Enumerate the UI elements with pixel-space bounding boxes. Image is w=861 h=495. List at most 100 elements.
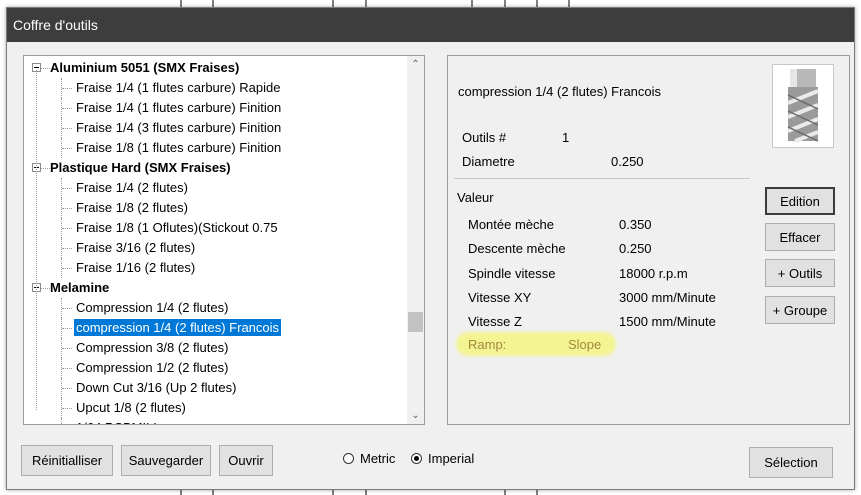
tree-item[interactable]: compression 1/4 (2 flutes) Francois (24, 318, 404, 338)
tree-item-label: Fraise 1/16 (2 flutes) (76, 260, 196, 275)
tree-connector (62, 208, 72, 209)
tree-item-label: Fraise 1/4 (3 flutes carbure) Finition (76, 120, 282, 135)
tree-connector (41, 168, 50, 169)
tree-item-label: Compression 1/2 (2 flutes) (76, 360, 229, 375)
tree-connector (62, 88, 72, 89)
vitesse-z-value: 1500 mm/Minute (619, 314, 716, 329)
tree-connector (62, 108, 72, 109)
tree-item[interactable]: Fraise 1/8 (1 flutes carbure) Finition (24, 138, 404, 158)
ramp-label: Ramp: (468, 337, 507, 352)
tree-item[interactable]: 1/64 PCBMILL (24, 418, 404, 424)
tree-item-label: Compression 1/4 (2 flutes) (76, 300, 229, 315)
window-title: Coffre d'outils (7, 8, 854, 42)
reset-button[interactable]: Réinitialliser (21, 445, 113, 476)
edition-button[interactable]: Edition (765, 187, 835, 215)
imperial-radio[interactable]: Imperial (411, 451, 474, 466)
tool-name: compression 1/4 (2 flutes) Francois (458, 84, 662, 99)
tree-item-label: Fraise 3/16 (2 flutes) (76, 240, 196, 255)
tree-item-label: Fraise 1/4 (1 flutes carbure) Rapide (76, 80, 281, 95)
scroll-thumb[interactable] (408, 312, 423, 332)
tree-item[interactable]: Fraise 1/8 (1 Oflutes)(Stickout 0.75 (24, 218, 404, 238)
tree-group[interactable]: Melamine (24, 278, 404, 298)
tree-group-label: Plastique Hard (SMX Fraises) (50, 160, 231, 175)
tree-item-label: compression 1/4 (2 flutes) Francois (72, 318, 283, 337)
valeur-label: Valeur (457, 190, 494, 205)
tree-item-label: Fraise 1/8 (1 Oflutes)(Stickout 0.75 (76, 220, 278, 235)
radio-checked-icon (411, 453, 422, 464)
tree-item-label: Fraise 1/4 (2 flutes) (76, 180, 188, 195)
tree-connector (62, 408, 72, 409)
tree-connector (62, 268, 72, 269)
tree-item[interactable]: Fraise 1/4 (3 flutes carbure) Finition (24, 118, 404, 138)
montee-label: Montée mèche (468, 217, 554, 232)
scroll-down-arrow-icon[interactable]: ⌄ (407, 407, 424, 424)
tool-chest-window: Coffre d'outils Aluminium 5051 (SMX Frai… (6, 7, 855, 490)
effacer-button[interactable]: Effacer (765, 223, 835, 251)
spindle-label: Spindle vitesse (468, 266, 556, 281)
tree-item[interactable]: Fraise 1/4 (1 flutes carbure) Rapide (24, 78, 404, 98)
end-mill-image (772, 64, 834, 148)
tree-connector (62, 328, 72, 329)
tree-item[interactable]: Fraise 1/16 (2 flutes) (24, 258, 404, 278)
tree-connector (61, 418, 62, 424)
tree-connector (36, 70, 37, 410)
tree-item-label: Upcut 1/8 (2 flutes) (76, 400, 186, 415)
vitesse-z-label: Vitesse Z (468, 314, 522, 329)
descente-label: Descente mèche (468, 241, 566, 256)
tree-item[interactable]: Down Cut 3/16 (Up 2 flutes) (24, 378, 404, 398)
outils-value: 1 (562, 130, 570, 145)
tool-details-panel: compression 1/4 (2 flutes) Francois Outi… (447, 55, 850, 425)
tree-group[interactable]: Plastique Hard (SMX Fraises) (24, 158, 404, 178)
tree-item[interactable]: Upcut 1/8 (2 flutes) (24, 398, 404, 418)
tree-connector (62, 368, 72, 369)
tree-item[interactable]: Compression 1/4 (2 flutes) (24, 298, 404, 318)
imperial-label: Imperial (428, 451, 475, 466)
open-button[interactable]: Ouvrir (219, 445, 273, 476)
tree-group-label: Aluminium 5051 (SMX Fraises) (50, 60, 240, 75)
vitesse-xy-label: Vitesse XY (468, 290, 532, 305)
add-tool-button[interactable]: + Outils (765, 259, 835, 287)
tree-item-label: Fraise 1/8 (2 flutes) (76, 200, 188, 215)
tree-connector (41, 68, 50, 69)
outils-label: Outils # (462, 130, 507, 145)
tree-list: Aluminium 5051 (SMX Fraises) Fraise 1/4 (… (24, 58, 404, 424)
add-group-button[interactable]: + Groupe (765, 296, 835, 324)
save-button[interactable]: Sauvegarder (121, 445, 211, 476)
tree-item[interactable]: Compression 3/8 (2 flutes) (24, 338, 404, 358)
tree-group[interactable]: Aluminium 5051 (SMX Fraises) (24, 58, 404, 78)
tree-item-label: 1/64 PCBMILL (74, 419, 163, 424)
tree-connector (62, 388, 72, 389)
tree-item-label: Fraise 1/4 (1 flutes carbure) Finition (76, 100, 282, 115)
diametre-label: Diametre (462, 154, 515, 169)
tree-connector (62, 228, 72, 229)
tree-connector (62, 348, 72, 349)
tree-item[interactable]: Fraise 3/16 (2 flutes) (24, 238, 404, 258)
diametre-value: 0.250 (611, 154, 644, 169)
tree-scrollbar[interactable]: ⌃ ⌄ (407, 56, 424, 424)
tree-item[interactable]: Compression 1/2 (2 flutes) (24, 358, 404, 378)
tree-connector (62, 148, 72, 149)
tree-connector (62, 248, 72, 249)
ramp-value: Slope (568, 337, 602, 352)
tree-group-label: Melamine (50, 280, 110, 295)
selection-button[interactable]: Sélection (749, 447, 833, 478)
tree-connector (62, 188, 72, 189)
tree-connector (41, 288, 50, 289)
vitesse-xy-value: 3000 mm/Minute (619, 290, 716, 305)
metric-label: Metric (360, 451, 396, 466)
radio-circle-icon (343, 453, 354, 464)
tree-item-label: Compression 3/8 (2 flutes) (76, 340, 229, 355)
spindle-value: 18000 r.p.m (619, 266, 688, 281)
tree-item[interactable]: Fraise 1/4 (1 flutes carbure) Finition (24, 98, 404, 118)
tree-item[interactable]: Fraise 1/4 (2 flutes) (24, 178, 404, 198)
montee-value: 0.350 (619, 217, 652, 232)
tree-item[interactable]: Fraise 1/8 (2 flutes) (24, 198, 404, 218)
tree-connector (62, 308, 72, 309)
tree-item-label: Fraise 1/8 (1 flutes carbure) Finition (76, 140, 282, 155)
tree-item-label: Down Cut 3/16 (Up 2 flutes) (76, 380, 237, 395)
tree-connector (62, 128, 72, 129)
tool-tree[interactable]: Aluminium 5051 (SMX Fraises) Fraise 1/4 (… (23, 55, 425, 425)
separator (454, 178, 750, 179)
scroll-up-arrow-icon[interactable]: ⌃ (407, 56, 424, 73)
metric-radio[interactable]: Metric (343, 451, 395, 466)
